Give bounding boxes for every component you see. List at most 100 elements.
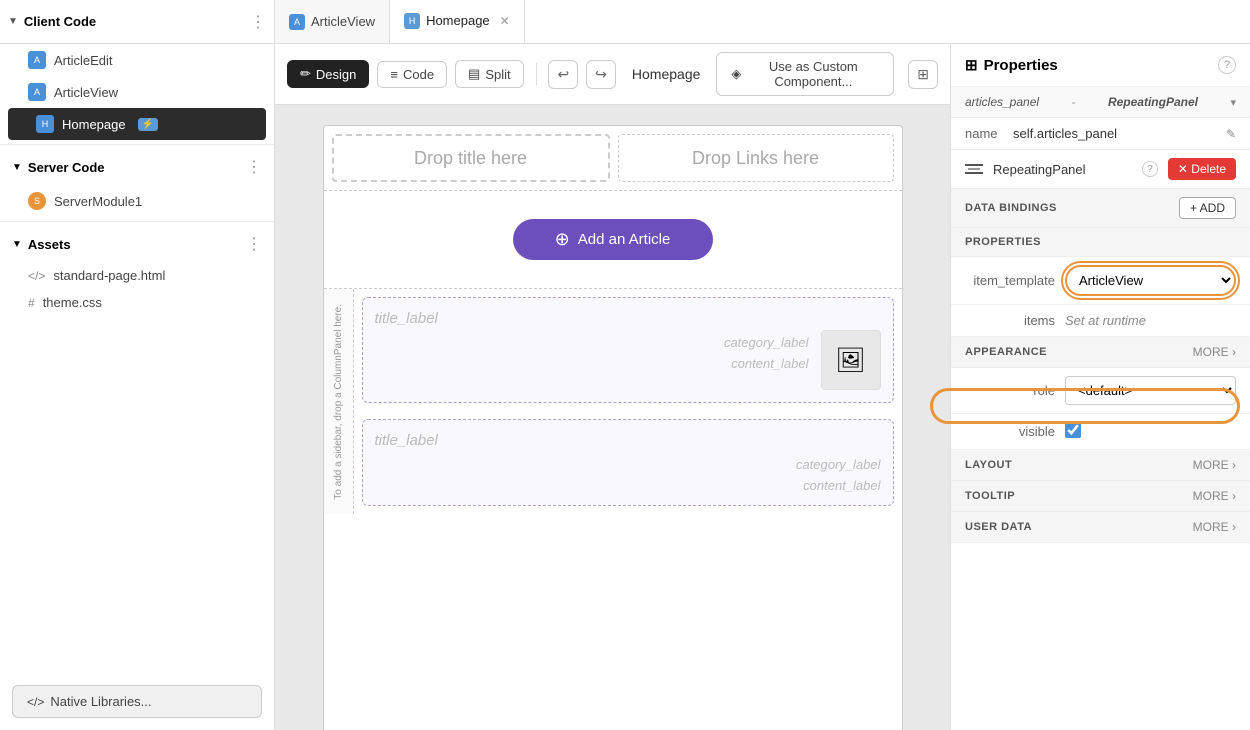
sidebar-item-html[interactable]: </> standard-page.html <box>0 262 274 289</box>
help-button[interactable]: ? <box>1218 56 1236 74</box>
main-layout: A ArticleEdit A ArticleView H Homepage ⚡… <box>0 44 1250 730</box>
tooltip-title: TOOLTIP <box>965 490 1015 502</box>
articleview-icon: A <box>289 14 305 30</box>
edit-name-icon[interactable]: ✎ <box>1226 127 1236 141</box>
item-template-row: item_template ArticleView <box>951 257 1250 305</box>
data-bindings-header: DATA BINDINGS + ADD <box>951 189 1250 228</box>
articleview-sidebar-icon: A <box>28 83 46 101</box>
content-label-2: content_label <box>803 478 880 493</box>
canvas-main: To add a sidebar, drop a ColumnPanel her… <box>324 288 902 514</box>
client-code-section-content: A ArticleEdit A ArticleView H Homepage ⚡ <box>0 44 274 140</box>
layout-title: LAYOUT <box>965 459 1012 471</box>
sidebar-item-homepage[interactable]: H Homepage ⚡ <box>8 108 266 140</box>
item-template-select[interactable]: ArticleView <box>1065 265 1236 296</box>
close-tab-icon[interactable]: ✕ <box>500 14 510 28</box>
visible-label: visible <box>965 424 1055 439</box>
layout-button[interactable]: ⊞ <box>908 60 938 89</box>
use-custom-button[interactable]: ◈ Use as Custom Component... <box>716 52 894 96</box>
chevron-down-icon: ▼ <box>8 16 18 27</box>
undo-button[interactable]: ↩ <box>548 60 578 89</box>
toolbar-separator <box>536 63 537 85</box>
drop-title-zone[interactable]: Drop title here <box>332 134 610 182</box>
items-label: items <box>965 313 1055 328</box>
properties-panel: ⊞ Properties ? articles_panel - Repeatin… <box>950 44 1250 730</box>
title-label-2: title_label <box>375 432 881 449</box>
tooltip-section[interactable]: TOOLTIP MORE › <box>951 481 1250 512</box>
article-labels-1: title_label category_label content_label <box>375 310 809 390</box>
sidebar-item-css[interactable]: # theme.css <box>0 289 274 316</box>
data-bindings-title: DATA BINDINGS <box>965 202 1057 214</box>
sidebar-item-servermodule1[interactable]: S ServerModule1 <box>0 185 274 217</box>
name-label: name <box>965 126 1005 141</box>
name-value: self.articles_panel <box>1013 126 1218 141</box>
role-label: role <box>965 383 1055 398</box>
appearance-section[interactable]: APPEARANCE MORE › <box>951 337 1250 368</box>
article-item-1-content: title_label category_label content_label… <box>375 310 881 390</box>
split-icon: ▤ <box>468 66 480 82</box>
role-value: <default> <box>1065 376 1236 405</box>
design-button[interactable]: ✏ Design <box>287 60 369 88</box>
assets-header[interactable]: ▼ Assets ⋮ <box>0 226 274 262</box>
properties-section-title: PROPERTIES <box>965 236 1041 248</box>
role-row: role <default> <box>951 368 1250 414</box>
code-toolbar-icon: ≡ <box>390 67 398 82</box>
drop-links-text: Drop Links here <box>692 148 819 169</box>
redo-button[interactable]: ↪ <box>586 60 616 89</box>
add-article-row: ⊕ Add an Article <box>324 191 902 288</box>
editor-toolbar: ✏ Design ≡ Code ▤ Split ↩ ↪ Homepage ◈ U… <box>275 44 950 105</box>
properties-icon: ⊞ <box>965 56 978 74</box>
native-libraries-button[interactable]: </> Native Libraries... <box>12 685 262 718</box>
dash-separator: - <box>1072 95 1076 109</box>
canvas-wrapper: Drop title here Drop Links here ⊕ Add an… <box>275 105 950 730</box>
code-button[interactable]: ≡ Code <box>377 61 447 88</box>
visible-checkbox[interactable] <box>1065 422 1081 438</box>
server-code-header[interactable]: ▼ Server Code ⋮ <box>0 149 274 185</box>
image-placeholder-1: 🖼 <box>821 330 881 390</box>
repeating-panel-row: RepeatingPanel ? ✕ Delete <box>951 150 1250 189</box>
item-template-label: item_template <box>965 273 1055 288</box>
component-dropdown-icon[interactable]: ▾ <box>1230 96 1236 109</box>
client-code-section[interactable]: ▼ Client Code <box>8 14 96 29</box>
sidebar-panel-text: To add a sidebar, drop a ColumnPanel her… <box>333 304 344 500</box>
tooltip-more: MORE › <box>1193 489 1236 503</box>
add-binding-button[interactable]: + ADD <box>1179 197 1236 219</box>
assets-dots-icon[interactable]: ⋮ <box>246 234 262 254</box>
delete-button[interactable]: ✕ Delete <box>1168 158 1236 180</box>
three-dots-icon[interactable]: ⋮ <box>250 12 266 32</box>
code-icon: </> <box>27 695 44 709</box>
repeating-panel-content: title_label category_label content_label… <box>354 289 902 514</box>
tab-homepage[interactable]: H Homepage ✕ <box>390 0 525 43</box>
html-icon: </> <box>28 269 45 283</box>
layout-more: MORE › <box>1193 458 1236 472</box>
server-dots-icon[interactable]: ⋮ <box>246 157 262 177</box>
homepage-icon: H <box>404 13 420 29</box>
canvas: Drop title here Drop Links here ⊕ Add an… <box>323 125 903 730</box>
add-article-button[interactable]: ⊕ Add an Article <box>513 219 713 260</box>
sidebar-item-articleview[interactable]: A ArticleView <box>0 76 274 108</box>
sidebar-item-articleedit[interactable]: A ArticleEdit <box>0 44 274 76</box>
tab-articleview[interactable]: A ArticleView <box>275 0 390 43</box>
sidebar-panel[interactable]: To add a sidebar, drop a ColumnPanel her… <box>324 289 354 514</box>
sidebar: A ArticleEdit A ArticleView H Homepage ⚡… <box>0 44 275 730</box>
user-data-title: USER DATA <box>965 521 1032 533</box>
title-label-1: title_label <box>375 310 809 327</box>
appearance-more: MORE › <box>1193 345 1236 359</box>
rp-help-icon[interactable]: ? <box>1142 161 1158 177</box>
drop-links-zone[interactable]: Drop Links here <box>618 134 894 182</box>
split-button[interactable]: ▤ Split <box>455 60 524 88</box>
lightning-badge: ⚡ <box>138 118 158 131</box>
component-type-label: RepeatingPanel <box>1108 95 1198 109</box>
name-row: name self.articles_panel ✎ <box>951 118 1250 150</box>
category-label-1: category_label <box>724 335 809 350</box>
tabs-area: A ArticleView H Homepage ✕ <box>275 0 1250 43</box>
repeating-panel-label: RepeatingPanel <box>993 162 1132 177</box>
sidebar-divider1 <box>0 144 274 145</box>
article-item-1[interactable]: title_label category_label content_label… <box>362 297 894 403</box>
appearance-title: APPEARANCE <box>965 346 1047 358</box>
user-data-section[interactable]: USER DATA MORE › <box>951 512 1250 543</box>
layout-section[interactable]: LAYOUT MORE › <box>951 450 1250 481</box>
role-select[interactable]: <default> <box>1065 376 1236 405</box>
plus-icon: ⊕ <box>555 229 570 250</box>
article-item-2[interactable]: title_label category_label content_label <box>362 419 894 506</box>
article-item-2-content: title_label category_label content_label <box>375 432 881 493</box>
